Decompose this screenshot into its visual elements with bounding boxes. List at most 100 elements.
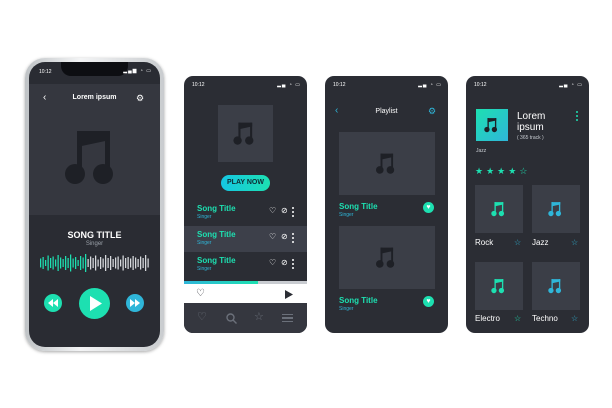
rating-star-icon[interactable]: ★: [475, 166, 483, 176]
fast-forward-button[interactable]: [126, 294, 144, 312]
rating-stars[interactable]: ★ ★ ★ ★ ☆: [475, 161, 535, 176]
progress-fill: [184, 281, 258, 284]
waveform-bar: [40, 258, 42, 268]
star-icon[interactable]: ☆: [571, 238, 578, 247]
waveform-bar: [42, 257, 44, 269]
mini-player[interactable]: ♡: [184, 281, 307, 303]
play-now-button[interactable]: PLAY NOW: [221, 175, 270, 191]
heart-icon[interactable]: ♡: [196, 288, 205, 299]
block-icon[interactable]: ⊘: [281, 258, 288, 267]
album-title-line1: Lorem: [517, 111, 546, 122]
music-note-icon: [491, 201, 507, 222]
menu-icon[interactable]: [282, 314, 293, 323]
music-note-icon: [376, 247, 395, 268]
genre-tile-electro[interactable]: [475, 262, 523, 310]
status-icons: ▂▄▆ ◔ ▭: [123, 68, 152, 74]
waveform-bar: [107, 258, 109, 268]
search-icon[interactable]: [226, 313, 237, 324]
star-icon[interactable]: ☆: [254, 310, 264, 323]
music-note-icon: [491, 278, 507, 299]
waveform-bar: [57, 255, 59, 271]
page-title: Playlist: [375, 108, 398, 115]
heart-icon[interactable]: ♡: [269, 258, 276, 267]
genre-tile-techno[interactable]: [532, 262, 580, 310]
playlist-item-art[interactable]: [339, 132, 435, 195]
waveform-bar: [47, 255, 49, 271]
song-title: Song Title: [339, 202, 378, 211]
progress-track[interactable]: [184, 281, 307, 284]
block-icon[interactable]: ⊘: [281, 206, 288, 215]
star-icon[interactable]: ☆: [514, 314, 521, 323]
status-time: 10:12: [474, 82, 487, 88]
gear-icon[interactable]: ⚙: [428, 106, 436, 117]
star-icon[interactable]: ☆: [514, 238, 521, 247]
playlist-item-art[interactable]: [339, 226, 435, 289]
rating-star-icon[interactable]: ☆: [519, 166, 527, 176]
more-menu-icon[interactable]: [292, 207, 294, 219]
list-item[interactable]: Song Title Singer ♡ ⊘: [184, 200, 307, 226]
more-menu-icon[interactable]: [292, 259, 294, 271]
genre-tile-label: Techno: [532, 314, 558, 323]
heart-icon[interactable]: ♡: [269, 232, 276, 241]
album-cover: [476, 109, 508, 141]
genre-tile-jazz[interactable]: [532, 185, 580, 233]
play-button[interactable]: [79, 288, 110, 319]
back-chevron-icon[interactable]: ‹: [43, 92, 46, 103]
song-list-screen: 10:12 ▂▄ ◔ ▭ PLAY NOW Song Title Singer …: [184, 76, 307, 333]
waveform-bar: [112, 259, 114, 267]
waveform-bar: [77, 260, 79, 266]
notch: [61, 62, 128, 76]
block-icon[interactable]: ⊘: [281, 232, 288, 241]
waveform-bar: [135, 257, 137, 269]
song-title: Song Title: [197, 256, 236, 265]
genre-tile-label: Rock: [475, 238, 494, 247]
status-time: 10:12: [333, 82, 346, 88]
rating-star-icon[interactable]: ★: [486, 166, 494, 176]
album-art: [218, 105, 273, 162]
waveform-bar: [110, 256, 112, 270]
genre-tile-rock[interactable]: [475, 185, 523, 233]
track-count: ( 365 track ): [517, 135, 544, 141]
list-item[interactable]: Song Title Singer ♡ ⊘: [184, 226, 307, 252]
genre-tile-label: Jazz: [532, 238, 549, 247]
waveform-bar: [85, 254, 87, 272]
heart-icon[interactable]: ♡: [197, 310, 207, 323]
waveform-bar: [67, 258, 69, 268]
back-chevron-icon[interactable]: ‹: [335, 105, 338, 116]
song-title: Song Title: [197, 230, 236, 239]
song-title: Song Title: [339, 296, 378, 305]
waveform-bar: [80, 256, 82, 270]
waveform-seekbar[interactable]: [40, 253, 150, 273]
waveform-bar: [125, 258, 127, 268]
waveform-bar: [122, 255, 124, 271]
song-title: SONG TITLE: [67, 230, 122, 240]
waveform-bar: [140, 256, 142, 270]
waveform-bar: [147, 258, 149, 268]
more-menu-icon[interactable]: [576, 111, 578, 123]
waveform-bar: [132, 256, 134, 270]
heart-button[interactable]: ♥: [423, 296, 434, 307]
waveform-bar: [55, 259, 57, 267]
rewind-button[interactable]: [44, 294, 62, 312]
play-icon[interactable]: [285, 290, 293, 299]
fast-forward-icon: [130, 299, 140, 307]
status-time: 10:12: [39, 69, 52, 75]
waveform-bar: [50, 258, 52, 268]
waveform-bar: [70, 254, 72, 272]
music-note-icon: [484, 118, 498, 133]
singer-label: Singer: [339, 212, 354, 218]
gear-icon[interactable]: ⚙: [136, 93, 144, 104]
heart-button[interactable]: ♥: [423, 202, 434, 213]
music-note-icon: [548, 278, 564, 299]
waveform-bar: [45, 260, 47, 266]
list-item[interactable]: Song Title Singer ♡ ⊘: [184, 252, 307, 278]
waveform-bar: [100, 257, 102, 269]
rating-star-icon[interactable]: ★: [508, 166, 516, 176]
genre-label: Jazz: [476, 148, 487, 154]
heart-icon[interactable]: ♡: [269, 206, 276, 215]
rating-star-icon[interactable]: ★: [497, 166, 505, 176]
more-menu-icon[interactable]: [292, 233, 294, 245]
star-icon[interactable]: ☆: [571, 314, 578, 323]
page-title: Lorem ipsum: [72, 94, 117, 101]
playlist-screen: 10:12 ▂▄ ◔ ▭ ‹ Playlist ⚙ Song Title Sin…: [325, 76, 448, 333]
